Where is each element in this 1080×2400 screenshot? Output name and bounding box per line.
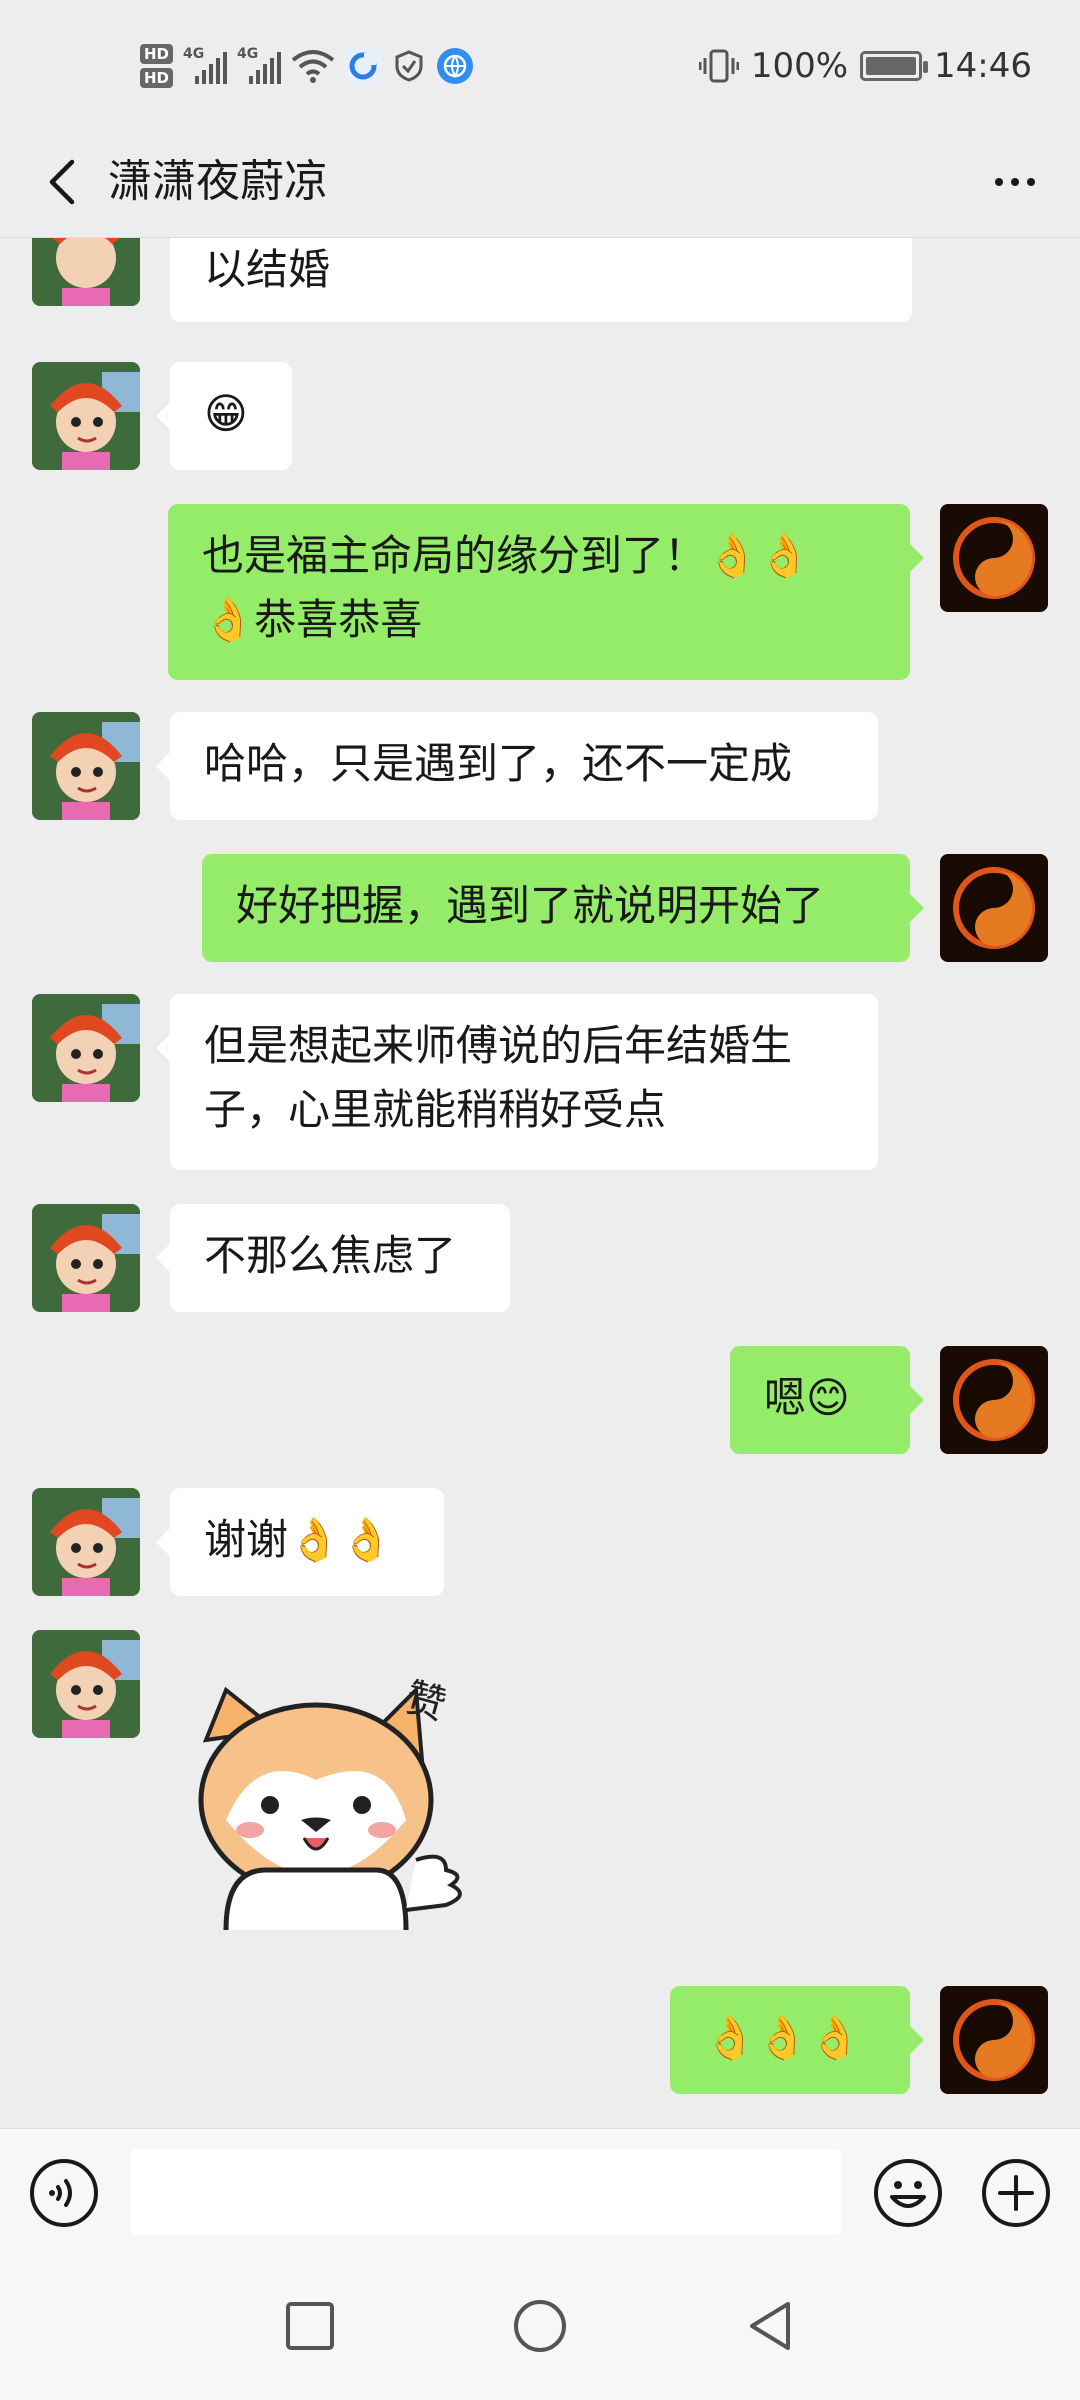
home-button[interactable]	[510, 2296, 570, 2356]
message-text: 嗯😊	[764, 1373, 850, 1422]
message-input[interactable]	[130, 2149, 842, 2235]
voice-icon	[30, 2159, 98, 2227]
contact-avatar[interactable]	[32, 1204, 140, 1312]
hd2-badge: HD	[140, 68, 174, 88]
message-text: 好好把握，遇到了就说明开始了	[236, 881, 825, 930]
message-text-line: 👌恭喜恭喜	[202, 595, 423, 644]
system-navigation-bar	[0, 2252, 1080, 2400]
contact-avatar[interactable]	[32, 994, 140, 1102]
app-notification-icon	[345, 48, 382, 84]
message-text: 以结婚	[204, 245, 331, 294]
chat-header: 潇潇夜蔚凉	[0, 130, 1080, 238]
sticker-message[interactable]: 赞	[186, 1670, 486, 1960]
more-button[interactable]	[980, 152, 1050, 212]
message-bubble-incoming[interactable]: 谢谢👌👌	[156, 1488, 444, 1596]
contact-avatar[interactable]	[32, 712, 140, 820]
voice-button[interactable]	[28, 2157, 100, 2229]
more-functions-button[interactable]	[980, 2157, 1052, 2229]
sim2-signal-icon: 4G	[237, 46, 282, 86]
message-text: 不那么焦虑了	[204, 1231, 457, 1280]
my-avatar[interactable]	[940, 1346, 1048, 1454]
status-bar: HD HD 4G 4G 100% 14:46	[0, 0, 1080, 130]
status-bar-right: 100% 14:46	[698, 38, 1032, 94]
message-bubble-incoming[interactable]: 😁	[156, 362, 292, 470]
shield-icon	[391, 48, 427, 84]
wifi-icon	[291, 50, 335, 83]
chevron-left-icon	[49, 159, 75, 205]
contact-avatar[interactable]	[32, 238, 140, 306]
message-text: 😁	[204, 389, 248, 438]
sim1-signal-icon: 4G	[183, 46, 228, 86]
contact-avatar[interactable]	[32, 362, 140, 470]
message-text: 谢谢👌👌	[204, 1515, 393, 1564]
my-avatar[interactable]	[940, 854, 1048, 962]
square-icon	[286, 2302, 334, 2350]
status-bar-left: HD HD 4G 4G	[140, 38, 474, 94]
corgi-sticker-image: 赞	[198, 1675, 462, 1931]
back-button[interactable]	[36, 152, 96, 212]
vibrate-icon	[698, 49, 739, 83]
message-bubble-outgoing[interactable]: 也是福主命局的缘分到了！👌👌 👌恭喜恭喜	[168, 504, 924, 680]
message-text: 👌👌👌	[704, 2013, 861, 2062]
battery-percent: 100%	[750, 46, 849, 86]
hd1-badge: HD	[140, 44, 174, 64]
contact-avatar[interactable]	[32, 1488, 140, 1596]
hd-indicators: HD HD	[140, 44, 174, 88]
more-dots-icon	[995, 178, 1003, 186]
message-text-line: 也是福主命局的缘分到了！👌👌	[202, 531, 811, 580]
chat-title: 潇潇夜蔚凉	[108, 156, 328, 207]
message-bubble-incoming[interactable]: 以结婚	[170, 238, 912, 322]
circle-icon	[514, 2300, 566, 2352]
message-bubble-outgoing[interactable]: 嗯😊	[730, 1346, 924, 1454]
battery-icon	[860, 51, 929, 81]
browser-icon	[437, 48, 474, 84]
message-bubble-incoming[interactable]: 哈哈，只是遇到了，还不一定成	[156, 712, 878, 820]
message-text-line: 子，心里就能稍稍好受点	[204, 1085, 667, 1134]
message-bubble-incoming[interactable]: 但是想起来师傅说的后年结婚生 子，心里就能稍稍好受点	[156, 994, 878, 1170]
recent-apps-button[interactable]	[280, 2296, 340, 2356]
contact-avatar[interactable]	[32, 1630, 140, 1738]
system-back-button[interactable]	[740, 2296, 800, 2356]
emoji-button[interactable]	[872, 2157, 944, 2229]
message-text: 哈哈，只是遇到了，还不一定成	[204, 739, 793, 788]
my-avatar[interactable]	[940, 504, 1048, 612]
message-bubble-outgoing[interactable]: 好好把握，遇到了就说明开始了	[202, 854, 924, 962]
chat-input-bar	[0, 2128, 1080, 2252]
clock: 14:46	[934, 46, 1032, 86]
plus-icon	[982, 2159, 1050, 2227]
triangle-back-icon	[750, 2302, 790, 2350]
my-avatar[interactable]	[940, 1986, 1048, 2094]
message-text-line: 但是想起来师傅说的后年结婚生	[204, 1021, 793, 1070]
message-bubble-outgoing[interactable]: 👌👌👌	[670, 1986, 924, 2094]
emoji-icon	[874, 2159, 942, 2227]
message-list[interactable]: 以结婚 😁 也是福主命局的缘分到了！👌👌 👌恭喜恭喜 哈哈，只是遇到了，还不一定…	[0, 238, 1080, 2128]
message-bubble-incoming[interactable]: 不那么焦虑了	[156, 1204, 510, 1312]
